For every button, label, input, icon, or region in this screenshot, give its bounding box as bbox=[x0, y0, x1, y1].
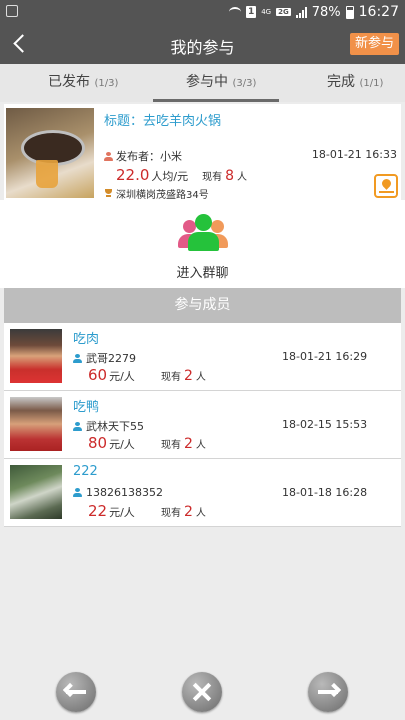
event-card[interactable]: 标题：去吃羊肉火锅 发布者：小米 18-01-21 16:33 22.0 人均/… bbox=[4, 104, 401, 201]
tab-bar: 已发布 (1/3) 参与中 (3/3) 完成 (1/1) bbox=[0, 64, 405, 102]
member-price: 22 bbox=[88, 502, 108, 520]
member-row[interactable]: 吃肉 武哥2279 18-01-21 16:29 60 元/人 现有 2 人 bbox=[4, 323, 401, 391]
member-user-row: 武林天下55 bbox=[73, 418, 144, 434]
battery-icon bbox=[345, 5, 354, 19]
avatar bbox=[10, 329, 62, 383]
now-label: 现有 bbox=[202, 172, 223, 183]
publisher-name: 发布者：小米 bbox=[116, 150, 182, 163]
member-price-row: 80 元/人 bbox=[88, 434, 135, 452]
member-title: 吃鸭 bbox=[73, 400, 100, 415]
now-unit: 人 bbox=[237, 172, 248, 183]
member-price-unit: 元/人 bbox=[109, 506, 135, 519]
now-label: 现有 bbox=[161, 372, 181, 383]
publisher-row: 发布者：小米 bbox=[104, 148, 182, 164]
sim-badge: 1 bbox=[245, 6, 257, 18]
now-unit: 人 bbox=[195, 372, 206, 383]
member-price-unit: 元/人 bbox=[109, 438, 135, 451]
network-type-small: 2G bbox=[276, 8, 291, 16]
tab-label: 完成 bbox=[327, 74, 355, 90]
group-people-icon bbox=[176, 214, 230, 252]
members-section-title: 参与成员 bbox=[4, 288, 401, 323]
member-row[interactable]: 222 13826138352 18-01-18 16:28 22 元/人 现有… bbox=[4, 459, 401, 527]
trophy-icon bbox=[104, 189, 113, 198]
now-count: 8 bbox=[225, 168, 235, 184]
member-date: 18-02-15 15:53 bbox=[282, 418, 368, 431]
tab-count: (3/3) bbox=[232, 78, 257, 89]
bottom-nav bbox=[0, 666, 405, 720]
tab-label: 已发布 bbox=[48, 74, 90, 90]
page-title: 我的参与 bbox=[170, 38, 235, 57]
event-price-unit: 人均/元 bbox=[151, 170, 189, 183]
member-date: 18-01-18 16:28 bbox=[282, 486, 368, 499]
person-icon bbox=[73, 488, 82, 497]
event-title: 标题：去吃羊肉火锅 bbox=[104, 114, 222, 129]
status-icons: 1 4G 2G 78% 16:27 bbox=[228, 4, 399, 20]
member-now-row: 现有 2 人 bbox=[161, 504, 206, 520]
active-tab-indicator bbox=[153, 99, 279, 102]
member-price-unit: 元/人 bbox=[109, 370, 135, 383]
member-price-row: 60 元/人 bbox=[88, 366, 135, 384]
member-row[interactable]: 吃鸭 武林天下55 18-02-15 15:53 80 元/人 现有 2 人 bbox=[4, 391, 401, 459]
map-pin-icon[interactable] bbox=[374, 174, 398, 198]
close-icon[interactable] bbox=[182, 672, 222, 712]
member-now-row: 现有 2 人 bbox=[161, 436, 206, 452]
address-row: 深圳横岗茂盛路34号 bbox=[104, 186, 209, 201]
now-count: 2 bbox=[184, 504, 193, 520]
member-title: 222 bbox=[73, 464, 98, 479]
signal-icon bbox=[295, 6, 307, 18]
event-photo bbox=[6, 108, 94, 198]
event-price: 22.0 bbox=[116, 166, 150, 184]
member-user-row: 武哥2279 bbox=[73, 350, 136, 366]
group-chat-entry[interactable]: 进入群聊 bbox=[0, 200, 405, 288]
member-date: 18-01-21 16:29 bbox=[282, 350, 368, 363]
now-count: 2 bbox=[184, 436, 193, 452]
member-user-row: 13826138352 bbox=[73, 486, 163, 499]
now-label: 现有 bbox=[161, 440, 181, 451]
member-title: 吃肉 bbox=[73, 332, 100, 347]
member-username: 武林天下55 bbox=[86, 420, 144, 433]
event-address: 深圳横岗茂盛路34号 bbox=[116, 190, 209, 201]
arrow-right-icon[interactable] bbox=[308, 672, 348, 712]
member-now-row: 现有 2 人 bbox=[161, 368, 206, 384]
tab-count: (1/1) bbox=[359, 78, 384, 89]
tab-count: (1/3) bbox=[94, 78, 119, 89]
person-icon bbox=[73, 421, 82, 431]
member-price: 80 bbox=[88, 434, 108, 452]
now-count: 2 bbox=[184, 368, 193, 384]
tab-published[interactable]: 已发布 (1/3) bbox=[48, 64, 118, 102]
group-chat-label: 进入群聊 bbox=[176, 266, 229, 281]
event-price-row: 22.0 人均/元 现有 8 人 bbox=[116, 166, 247, 184]
title-bar: 我的参与 新参与 bbox=[0, 24, 405, 64]
battery-percent: 78% bbox=[311, 4, 341, 20]
person-icon bbox=[73, 353, 82, 363]
person-icon bbox=[104, 151, 113, 161]
member-username: 武哥2279 bbox=[86, 352, 136, 365]
tab-completed[interactable]: 完成 (1/1) bbox=[327, 64, 383, 102]
tab-participating[interactable]: 参与中 (3/3) bbox=[186, 64, 256, 102]
now-unit: 人 bbox=[195, 440, 206, 451]
status-bar: 1 4G 2G 78% 16:27 bbox=[0, 0, 405, 24]
now-unit: 人 bbox=[195, 508, 206, 519]
screenshot-notification-icon bbox=[6, 5, 18, 17]
avatar bbox=[10, 397, 62, 451]
clock: 16:27 bbox=[358, 4, 399, 20]
network-type: 4G bbox=[261, 8, 272, 16]
member-price: 60 bbox=[88, 366, 108, 384]
avatar bbox=[10, 465, 62, 519]
event-date: 18-01-21 16:33 bbox=[311, 148, 397, 161]
new-participation-button[interactable]: 新参与 bbox=[349, 33, 399, 55]
wifi-icon bbox=[228, 7, 241, 17]
member-username: 13826138352 bbox=[86, 486, 163, 499]
member-list: 吃肉 武哥2279 18-01-21 16:29 60 元/人 现有 2 人 吃… bbox=[4, 323, 401, 527]
arrow-left-icon[interactable] bbox=[56, 672, 96, 712]
tab-label: 参与中 bbox=[186, 74, 228, 90]
member-price-row: 22 元/人 bbox=[88, 502, 135, 520]
now-label: 现有 bbox=[161, 508, 181, 519]
